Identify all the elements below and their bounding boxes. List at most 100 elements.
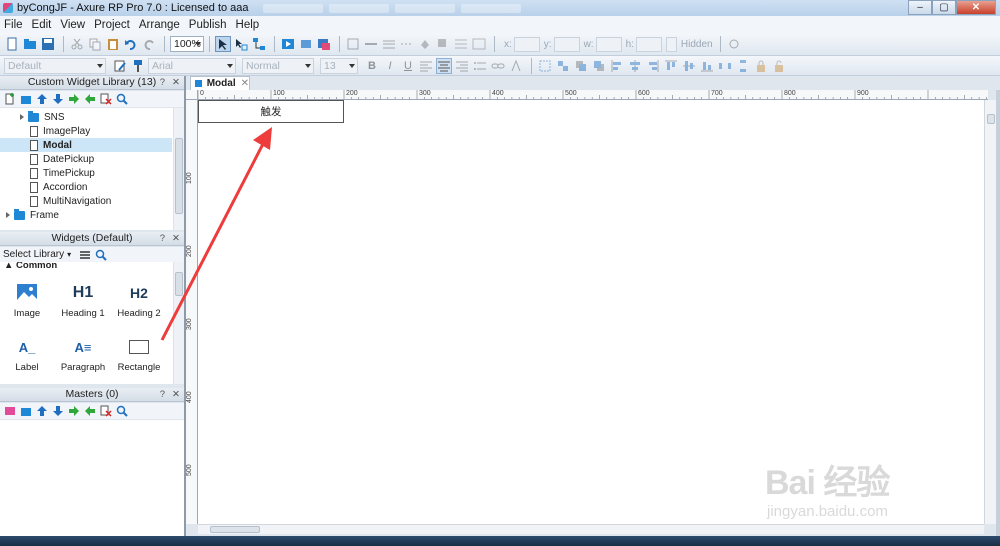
help-icon[interactable]: ?: [160, 388, 165, 401]
font-combo[interactable]: Arial: [148, 57, 236, 74]
close-panel-icon[interactable]: ✕: [172, 388, 180, 401]
unlock-icon[interactable]: [771, 58, 787, 74]
align-right-icon[interactable]: [454, 58, 470, 74]
share-icon[interactable]: [298, 36, 314, 52]
send-back-icon[interactable]: [591, 58, 607, 74]
tree-page-datepickup[interactable]: DatePickup: [30, 152, 94, 166]
move-up-icon[interactable]: [35, 405, 48, 418]
publish-icon[interactable]: [316, 36, 332, 52]
help-icon[interactable]: ?: [160, 232, 165, 245]
menu-help[interactable]: Help: [236, 19, 260, 31]
toolbar-options-icon[interactable]: [726, 36, 742, 52]
close-panel-icon[interactable]: ✕: [172, 76, 180, 89]
add-folder-icon[interactable]: [19, 405, 32, 418]
lock-icon[interactable]: [753, 58, 769, 74]
delete-icon[interactable]: [99, 405, 112, 418]
redo-icon[interactable]: [141, 36, 157, 52]
add-folder-icon[interactable]: [19, 93, 32, 106]
style-combo[interactable]: Default: [4, 57, 106, 74]
maximize-button[interactable]: ▢: [932, 0, 956, 15]
menu-project[interactable]: Project: [94, 19, 130, 31]
add-page-icon[interactable]: [3, 93, 16, 106]
tree-page-modal[interactable]: Modal: [0, 138, 172, 152]
save-icon[interactable]: [40, 36, 56, 52]
chevron-down-icon[interactable]: ▾: [67, 250, 71, 259]
wrap-icon[interactable]: [471, 36, 487, 52]
widget-image[interactable]: Image: [0, 280, 54, 319]
tree-folder-frame[interactable]: Frame: [6, 208, 59, 222]
align-objects-right-icon[interactable]: [645, 58, 661, 74]
canvas-vertical-scrollbar[interactable]: [984, 100, 996, 524]
open-folder-icon[interactable]: [22, 36, 38, 52]
format-painter-brush-icon[interactable]: [130, 58, 146, 74]
align-objects-middle-icon[interactable]: [681, 58, 697, 74]
outdent-icon[interactable]: [83, 405, 96, 418]
menu-publish[interactable]: Publish: [189, 19, 227, 31]
menu-edit[interactable]: Edit: [32, 19, 52, 31]
tree-page-accordion[interactable]: Accordion: [30, 180, 87, 194]
align-objects-top-icon[interactable]: [663, 58, 679, 74]
widget-rectangle[interactable]: Rectangle: [112, 334, 166, 373]
widget-paragraph[interactable]: A≡ Paragraph: [56, 334, 110, 374]
preview-icon[interactable]: [280, 36, 296, 52]
widgets-scrollbar[interactable]: [173, 262, 184, 384]
widget-heading-1[interactable]: H1 Heading 1: [56, 280, 110, 319]
select-library-dropdown[interactable]: Select Library: [3, 249, 64, 260]
indent-icon[interactable]: [67, 405, 80, 418]
format-painter-icon[interactable]: [345, 36, 361, 52]
close-button[interactable]: ✕: [956, 0, 996, 15]
minimize-button[interactable]: –: [908, 0, 932, 15]
select-intersect-icon[interactable]: [215, 36, 231, 52]
line-style-icon[interactable]: [363, 36, 379, 52]
align-objects-bottom-icon[interactable]: [699, 58, 715, 74]
bring-front-icon[interactable]: [573, 58, 589, 74]
undo-icon[interactable]: [123, 36, 139, 52]
move-down-icon[interactable]: [51, 93, 64, 106]
align-objects-center-icon[interactable]: [627, 58, 643, 74]
search-icon[interactable]: [94, 248, 107, 261]
ungroup-icon[interactable]: [555, 58, 571, 74]
tab-modal[interactable]: Modal ✕: [190, 76, 250, 90]
copy-icon[interactable]: [87, 36, 103, 52]
custom-library-scrollbar[interactable]: [173, 108, 184, 230]
menu-lines-icon[interactable]: [78, 248, 91, 261]
y-field[interactable]: [553, 36, 580, 52]
shadow-icon[interactable]: [435, 36, 451, 52]
menu-view[interactable]: View: [60, 19, 85, 31]
line-pattern-icon[interactable]: [399, 36, 415, 52]
tree-page-multinavigation[interactable]: MultiNavigation: [30, 194, 111, 208]
h-field[interactable]: [635, 36, 662, 52]
zoom-combo[interactable]: 100%: [170, 36, 204, 52]
widgets-category[interactable]: ▲ Common: [4, 262, 57, 271]
distribute-vertical-icon[interactable]: [735, 58, 751, 74]
tree-page-timepickup[interactable]: TimePickup: [30, 166, 95, 180]
line-weight-icon[interactable]: [381, 36, 397, 52]
help-icon[interactable]: ?: [160, 76, 165, 89]
select-contained-icon[interactable]: [233, 36, 249, 52]
align-objects-left-icon[interactable]: [609, 58, 625, 74]
fill-color-icon[interactable]: [417, 36, 433, 52]
paste-icon[interactable]: [105, 36, 121, 52]
font-size-combo[interactable]: 13: [320, 57, 358, 74]
edit-style-icon[interactable]: [112, 58, 128, 74]
align-center-icon[interactable]: [436, 57, 452, 74]
search-icon[interactable]: [115, 93, 128, 106]
connector-icon[interactable]: [251, 36, 267, 52]
trigger-button[interactable]: 触发: [198, 100, 344, 123]
distribute-horizontal-icon[interactable]: [717, 58, 733, 74]
bullet-list-icon[interactable]: [472, 58, 488, 74]
indent-icon[interactable]: [67, 93, 80, 106]
font-weight-combo[interactable]: Normal: [242, 57, 314, 74]
tree-page-imageplay[interactable]: ImagePlay: [30, 124, 90, 138]
widget-label-item[interactable]: A_ Label: [0, 334, 54, 374]
underline-button[interactable]: U: [400, 58, 416, 74]
close-tab-icon[interactable]: ✕: [241, 78, 249, 89]
menu-file[interactable]: File: [4, 19, 23, 31]
close-panel-icon[interactable]: ✕: [172, 232, 180, 245]
tree-folder-sns[interactable]: SNS: [20, 110, 65, 124]
w-field[interactable]: [595, 36, 622, 52]
new-file-icon[interactable]: [4, 36, 20, 52]
outdent-icon[interactable]: [83, 93, 96, 106]
move-down-icon[interactable]: [51, 405, 64, 418]
align-left-icon[interactable]: [418, 58, 434, 74]
